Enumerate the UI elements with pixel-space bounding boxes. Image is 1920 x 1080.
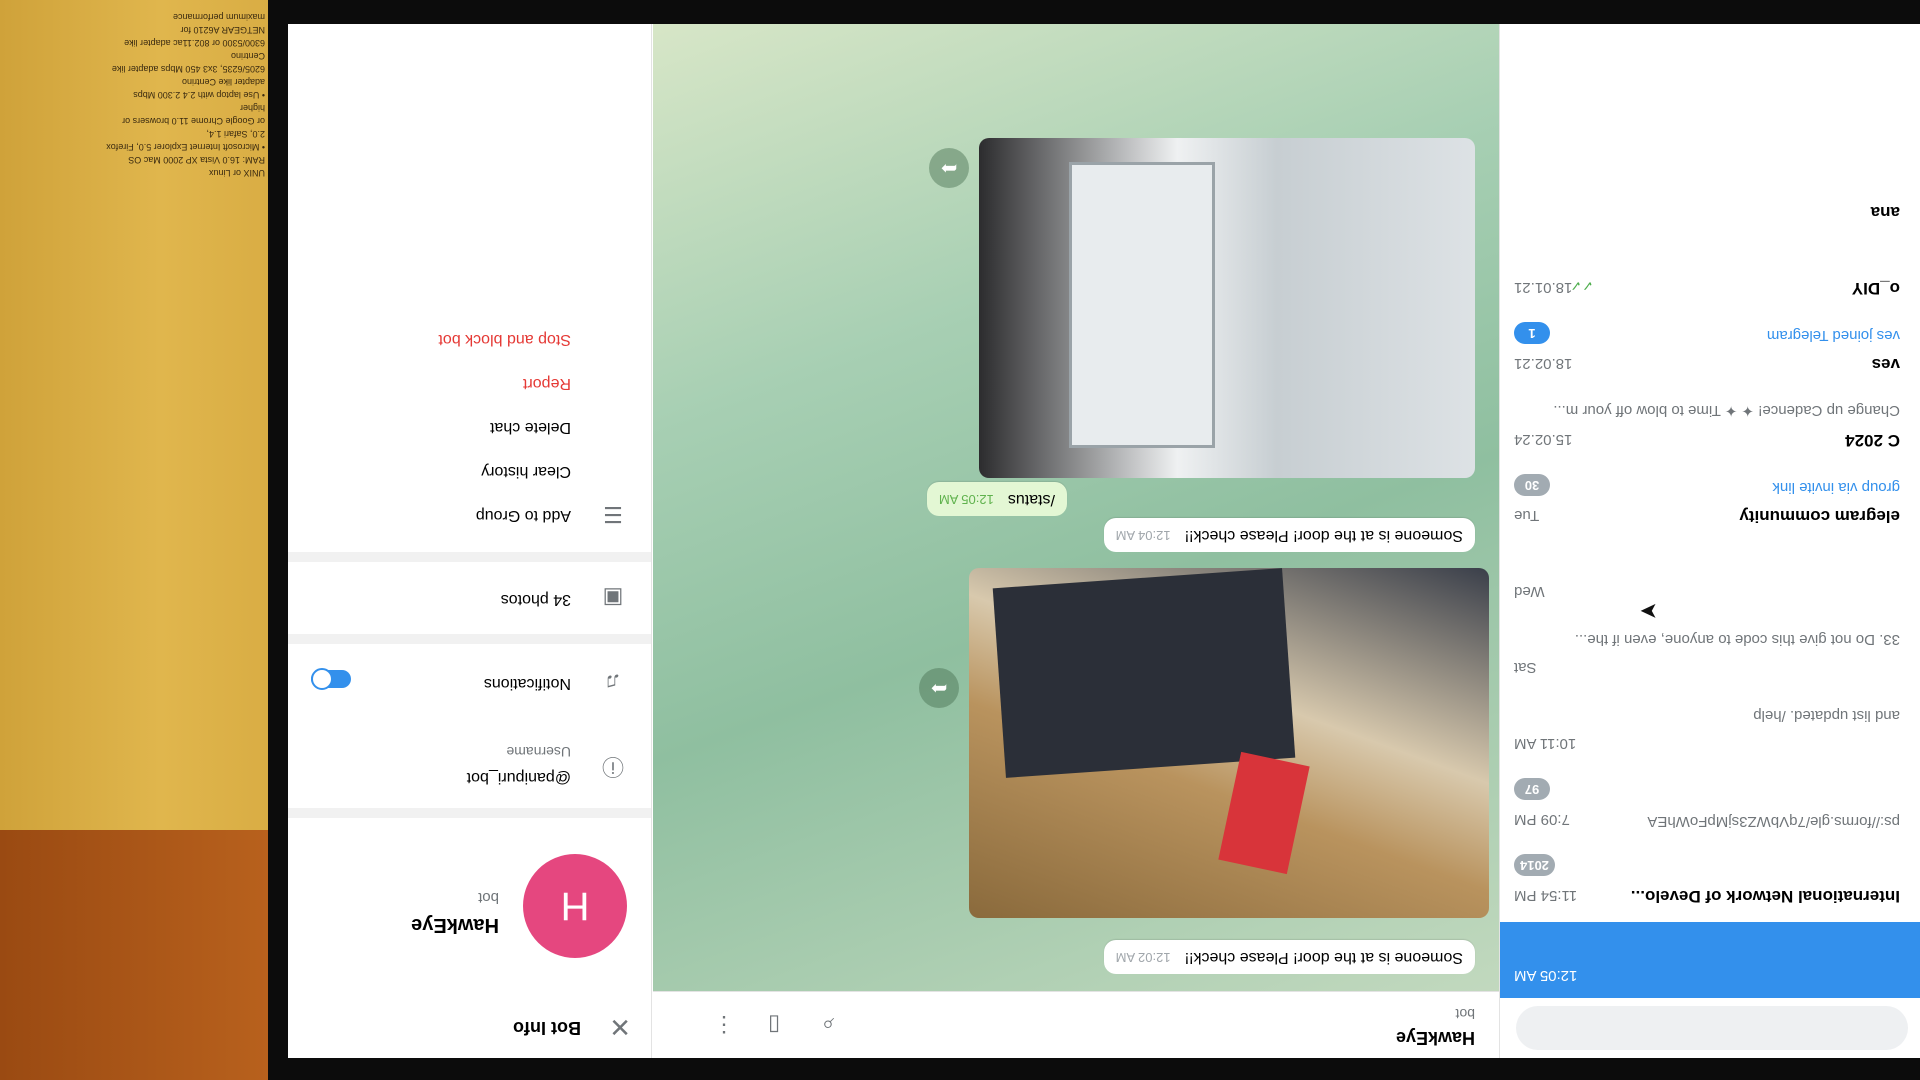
chat-time: 7:09 PM bbox=[1514, 811, 1570, 828]
chat-time: Wed bbox=[1514, 583, 1545, 600]
chat-title: HawkEye bbox=[1395, 1028, 1475, 1048]
chat-preview: Change up Cadence! ✦ ✦ Time to blow off … bbox=[1553, 402, 1900, 419]
chat-item[interactable]: ves ves joined Telegram 18.02.21 1 bbox=[1500, 310, 1920, 386]
chat-time: 10:11 AM bbox=[1514, 735, 1577, 752]
chat-item[interactable]: Wed bbox=[1500, 538, 1920, 614]
chat-name: o_DIY bbox=[1851, 279, 1900, 298]
chat-name: ves bbox=[1871, 355, 1900, 374]
divider bbox=[288, 634, 651, 644]
clear-history-button[interactable]: Clear history bbox=[481, 462, 571, 480]
forward-icon[interactable]: ➦ bbox=[919, 668, 959, 708]
forward-icon[interactable]: ➦ bbox=[929, 148, 969, 188]
message-text: /status bbox=[1007, 491, 1055, 508]
chat-name: ana bbox=[1870, 203, 1900, 222]
chat-header[interactable]: HawkEye bot ⌕ ▯ ⋮ bbox=[653, 991, 1499, 1058]
bot-info-panel: ✕ Bot Info H HawkEye bot ⓘ @panipuri_bot… bbox=[288, 24, 652, 1058]
sidebar-toggle-icon[interactable]: ▯ bbox=[759, 1010, 789, 1040]
chat-preview: 33. Do not give this code to anyone, eve… bbox=[1574, 631, 1900, 648]
paper-document: UNIX or Linux RAM: 16.0 Vista XP 2000 Ma… bbox=[0, 0, 268, 1080]
monitor-bezel-top bbox=[268, 0, 1920, 24]
chat-item[interactable]: C 2024 Change up Cadence! ✦ ✦ Time to bl… bbox=[1500, 386, 1920, 462]
telegram-window: 12:05 AM International Network of Develo… bbox=[288, 24, 1920, 1058]
monitor-bezel-left bbox=[268, 0, 288, 1080]
chat-name: C 2024 bbox=[1845, 431, 1900, 450]
message-time: 12:04 AM bbox=[1115, 528, 1171, 543]
notifications-toggle[interactable] bbox=[311, 670, 351, 688]
chat-name: International Network of Develo... bbox=[1630, 887, 1900, 906]
chat-name: elegram community bbox=[1739, 507, 1900, 526]
chat-item[interactable]: 33. Do not give this code to anyone, eve… bbox=[1500, 614, 1920, 690]
unread-badge: 30 bbox=[1514, 474, 1550, 496]
bot-subtitle: bot bbox=[478, 889, 499, 906]
bot-name: HawkEye bbox=[411, 914, 499, 936]
chat-preview: group via invite link bbox=[1772, 479, 1900, 496]
info-title: Bot Info bbox=[513, 1018, 581, 1038]
message-photo-desk[interactable] bbox=[969, 568, 1489, 918]
add-group-icon: ☰ bbox=[603, 502, 623, 527]
username-value[interactable]: @panipuri_bot bbox=[467, 768, 571, 786]
photos-link[interactable]: 34 photos bbox=[501, 590, 571, 608]
bell-icon: ♫ bbox=[604, 670, 622, 695]
unread-badge: 97 bbox=[1514, 778, 1550, 800]
chat-item-hawkeye[interactable]: 12:05 AM bbox=[1500, 922, 1920, 998]
chat-item[interactable]: ana bbox=[1500, 158, 1920, 234]
chat-time: 18.01.21 bbox=[1514, 279, 1573, 296]
chat-list: 12:05 AM International Network of Develo… bbox=[1499, 24, 1920, 1058]
photo-scene: UNIX or Linux RAM: 16.0 Vista XP 2000 Ma… bbox=[0, 0, 1920, 1080]
chat-item[interactable]: ps://forms.gle/7qVbWZ3sjMpFoWhEA 7:09 PM… bbox=[1500, 766, 1920, 842]
chat-item[interactable]: elegram community group via invite link … bbox=[1500, 462, 1920, 538]
photo-icon: ▣ bbox=[602, 586, 624, 611]
info-header: ✕ Bot Info bbox=[288, 992, 651, 1058]
door-shape bbox=[1069, 162, 1215, 448]
mouse-cursor-icon: ➤ bbox=[1639, 599, 1658, 624]
message-text: Someone is at the door! Please check!! bbox=[1184, 949, 1463, 966]
notifications-label: Notifications bbox=[483, 675, 571, 692]
chat-preview: ps://forms.gle/7qVbWZ3sjMpFoWhEA bbox=[1647, 813, 1900, 830]
paper-band bbox=[0, 830, 268, 1080]
avatar: H bbox=[523, 854, 627, 958]
unread-badge: 2014 bbox=[1514, 854, 1555, 876]
search-icon[interactable]: ⌕ bbox=[813, 1010, 843, 1040]
chat-time: Sat bbox=[1514, 659, 1537, 676]
chat-item[interactable]: and list updated. /help 10:11 AM bbox=[1500, 690, 1920, 766]
message-time: 12:02 AM bbox=[1115, 950, 1171, 965]
monitor-bezel-bottom bbox=[268, 1058, 1920, 1080]
stop-block-bot-button[interactable]: Stop and block bot bbox=[438, 330, 571, 348]
chat-item[interactable]: o_DIY ✓✓ 18.01.21 bbox=[1500, 234, 1920, 310]
report-button[interactable]: Report bbox=[523, 374, 571, 392]
chat-time: 11:54 PM bbox=[1514, 887, 1578, 904]
divider bbox=[288, 808, 651, 818]
divider bbox=[288, 552, 651, 562]
close-icon[interactable]: ✕ bbox=[609, 1011, 631, 1042]
board-shape bbox=[1218, 751, 1310, 875]
paper-text: UNIX or Linux RAM: 16.0 Vista XP 2000 Ma… bbox=[106, 12, 265, 178]
message-photo-door[interactable] bbox=[979, 138, 1475, 478]
message-bubble[interactable]: Someone is at the door! Please check!! 12… bbox=[1103, 518, 1475, 552]
message-time: 12:05 AM bbox=[938, 492, 994, 507]
outgoing-message-bubble[interactable]: /status 12:05 AM bbox=[926, 482, 1067, 516]
chat-time: 18.02.21 bbox=[1514, 355, 1573, 372]
info-icon: ⓘ bbox=[602, 754, 625, 779]
message-text: Someone is at the door! Please check!! bbox=[1184, 527, 1463, 544]
chat-subtitle: bot bbox=[1455, 1006, 1475, 1022]
chat-time: Tue bbox=[1514, 507, 1540, 524]
username-label: Username bbox=[506, 744, 571, 760]
chat-item[interactable]: International Network of Develo... 11:54… bbox=[1500, 842, 1920, 918]
read-check-icon: ✓✓ bbox=[1570, 278, 1594, 294]
more-options-icon[interactable]: ⋮ bbox=[709, 1010, 739, 1040]
unread-badge: 1 bbox=[1514, 322, 1550, 344]
chat-time: 15.02.24 bbox=[1514, 431, 1573, 448]
chat-preview: ves joined Telegram bbox=[1766, 327, 1900, 344]
keyboard-shape bbox=[992, 568, 1296, 778]
message-bubble[interactable]: Someone is at the door! Please check!! 12… bbox=[1103, 940, 1475, 974]
delete-chat-button[interactable]: Delete chat bbox=[490, 418, 571, 436]
chat-time: 12:05 AM bbox=[1514, 967, 1578, 984]
add-to-group-button[interactable]: Add to Group bbox=[476, 506, 571, 524]
chat-preview: and list updated. /help bbox=[1753, 707, 1900, 724]
chat-pane: HawkEye bot ⌕ ▯ ⋮ Someone is at the door… bbox=[653, 24, 1499, 1058]
search-input[interactable] bbox=[1516, 1006, 1908, 1050]
